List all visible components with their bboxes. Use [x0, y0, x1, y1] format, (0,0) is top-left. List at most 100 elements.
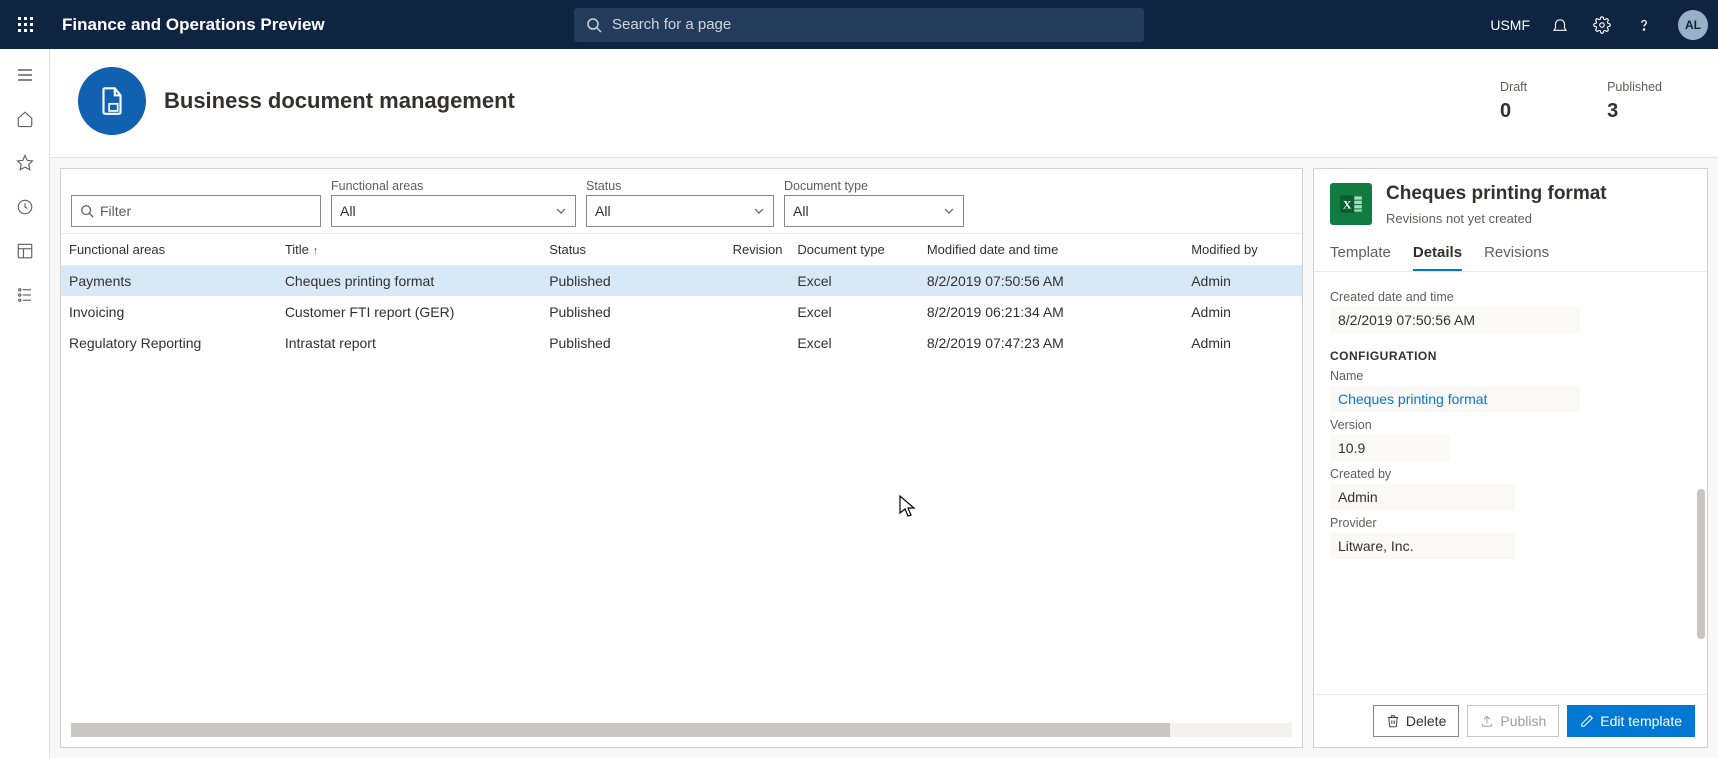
status-select[interactable]: All	[586, 195, 774, 227]
name-value-link[interactable]: Cheques printing format	[1330, 386, 1580, 412]
company-code[interactable]: USMF	[1490, 17, 1530, 33]
doctype-filter-label: Document type	[784, 179, 964, 193]
documents-table: Functional areas Title↑ Status Revision …	[61, 233, 1302, 359]
table-row[interactable]: Payments Cheques printing format Publish…	[61, 266, 1302, 297]
documents-grid-card: Functional areas All Status All	[60, 168, 1303, 748]
filter-box[interactable]	[71, 195, 321, 227]
top-bar: Finance and Operations Preview USMF AL	[0, 0, 1718, 49]
publish-icon	[1480, 714, 1494, 728]
search-icon	[586, 17, 602, 33]
cell-status: Published	[541, 266, 724, 297]
cell-func: Payments	[61, 266, 277, 297]
name-label: Name	[1330, 369, 1691, 383]
app-launcher-icon[interactable]	[10, 9, 42, 41]
provider-label: Provider	[1330, 516, 1691, 530]
table-row[interactable]: Invoicing Customer FTI report (GER) Publ…	[61, 297, 1302, 328]
tab-details[interactable]: Details	[1413, 244, 1462, 271]
cell-status: Published	[541, 297, 724, 328]
app-title: Finance and Operations Preview	[62, 15, 325, 35]
cell-modified: 8/2/2019 06:21:34 AM	[919, 297, 1183, 328]
cell-by: Admin	[1183, 266, 1302, 297]
detail-title: Cheques printing format	[1386, 183, 1607, 205]
publish-button-label: Publish	[1500, 713, 1546, 729]
created-label: Created date and time	[1330, 290, 1691, 304]
detail-tabs: Template Details Revisions	[1314, 230, 1707, 272]
notifications-icon[interactable]	[1548, 13, 1572, 37]
doctype-select[interactable]: All	[784, 195, 964, 227]
cell-func: Regulatory Reporting	[61, 328, 277, 359]
chevron-down-icon	[943, 205, 955, 217]
tab-revisions[interactable]: Revisions	[1484, 244, 1549, 271]
filter-input[interactable]	[100, 203, 312, 219]
stat-published: Published 3	[1607, 80, 1662, 123]
edit-template-button-label: Edit template	[1600, 713, 1682, 729]
functional-areas-select[interactable]: All	[331, 195, 576, 227]
created-value: 8/2/2019 07:50:56 AM	[1330, 307, 1580, 333]
modules-icon[interactable]	[13, 283, 37, 307]
createdby-value: Admin	[1330, 484, 1515, 510]
cell-title: Cheques printing format	[277, 266, 541, 297]
sort-asc-icon: ↑	[313, 245, 319, 257]
configuration-section: CONFIGURATION	[1330, 349, 1691, 363]
functional-areas-value: All	[340, 203, 356, 219]
cell-revision	[725, 297, 790, 328]
horizontal-scrollbar[interactable]	[71, 723, 1292, 737]
left-nav-rail	[0, 49, 50, 758]
excel-icon: X	[1330, 183, 1372, 225]
col-doctype[interactable]: Document type	[789, 234, 918, 266]
delete-button-label: Delete	[1406, 713, 1446, 729]
stat-draft-value: 0	[1500, 100, 1527, 123]
cell-revision	[725, 328, 790, 359]
home-icon[interactable]	[13, 107, 37, 131]
col-modified[interactable]: Modified date and time	[919, 234, 1183, 266]
createdby-label: Created by	[1330, 467, 1691, 481]
chevron-down-icon	[753, 205, 765, 217]
trash-icon	[1386, 714, 1400, 728]
cell-by: Admin	[1183, 297, 1302, 328]
cell-revision	[725, 266, 790, 297]
col-title[interactable]: Title↑	[277, 234, 541, 266]
search-input[interactable]	[612, 16, 1132, 33]
stat-draft: Draft 0	[1500, 80, 1527, 123]
cell-status: Published	[541, 328, 724, 359]
status-value: All	[595, 203, 611, 219]
col-status[interactable]: Status	[541, 234, 724, 266]
cell-modified: 8/2/2019 07:47:23 AM	[919, 328, 1183, 359]
edit-template-button[interactable]: Edit template	[1567, 705, 1695, 737]
recent-icon[interactable]	[13, 195, 37, 219]
favorites-icon[interactable]	[13, 151, 37, 175]
hamburger-icon[interactable]	[13, 63, 37, 87]
help-icon[interactable]	[1632, 13, 1656, 37]
details-pane: X Cheques printing format Revisions not …	[1313, 168, 1708, 748]
chevron-down-icon	[555, 205, 567, 217]
col-modifiedby[interactable]: Modified by	[1183, 234, 1302, 266]
pencil-icon	[1580, 714, 1594, 728]
doctype-value: All	[793, 203, 809, 219]
version-label: Version	[1330, 418, 1691, 432]
publish-button: Publish	[1467, 705, 1559, 737]
cell-doctype: Excel	[789, 266, 918, 297]
workspaces-icon[interactable]	[13, 239, 37, 263]
tab-template[interactable]: Template	[1330, 244, 1391, 271]
stat-draft-label: Draft	[1500, 80, 1527, 94]
user-avatar[interactable]: AL	[1678, 10, 1708, 40]
delete-button[interactable]: Delete	[1373, 705, 1459, 737]
provider-value: Litware, Inc.	[1330, 533, 1515, 559]
col-functional-areas[interactable]: Functional areas	[61, 234, 277, 266]
cell-func: Invoicing	[61, 297, 277, 328]
cell-doctype: Excel	[789, 297, 918, 328]
settings-icon[interactable]	[1590, 13, 1614, 37]
vertical-scrollbar[interactable]	[1697, 489, 1705, 639]
detail-subtitle: Revisions not yet created	[1386, 211, 1607, 226]
table-row[interactable]: Regulatory Reporting Intrastat report Pu…	[61, 328, 1302, 359]
cell-title: Customer FTI report (GER)	[277, 297, 541, 328]
stat-published-value: 3	[1607, 100, 1662, 123]
table-header-row: Functional areas Title↑ Status Revision …	[61, 234, 1302, 266]
cell-doctype: Excel	[789, 328, 918, 359]
version-value: 10.9	[1330, 435, 1450, 461]
filter-icon	[80, 204, 94, 218]
svg-text:X: X	[1343, 197, 1352, 211]
search-box[interactable]	[574, 8, 1144, 42]
page-icon	[78, 67, 146, 135]
col-revision[interactable]: Revision	[725, 234, 790, 266]
